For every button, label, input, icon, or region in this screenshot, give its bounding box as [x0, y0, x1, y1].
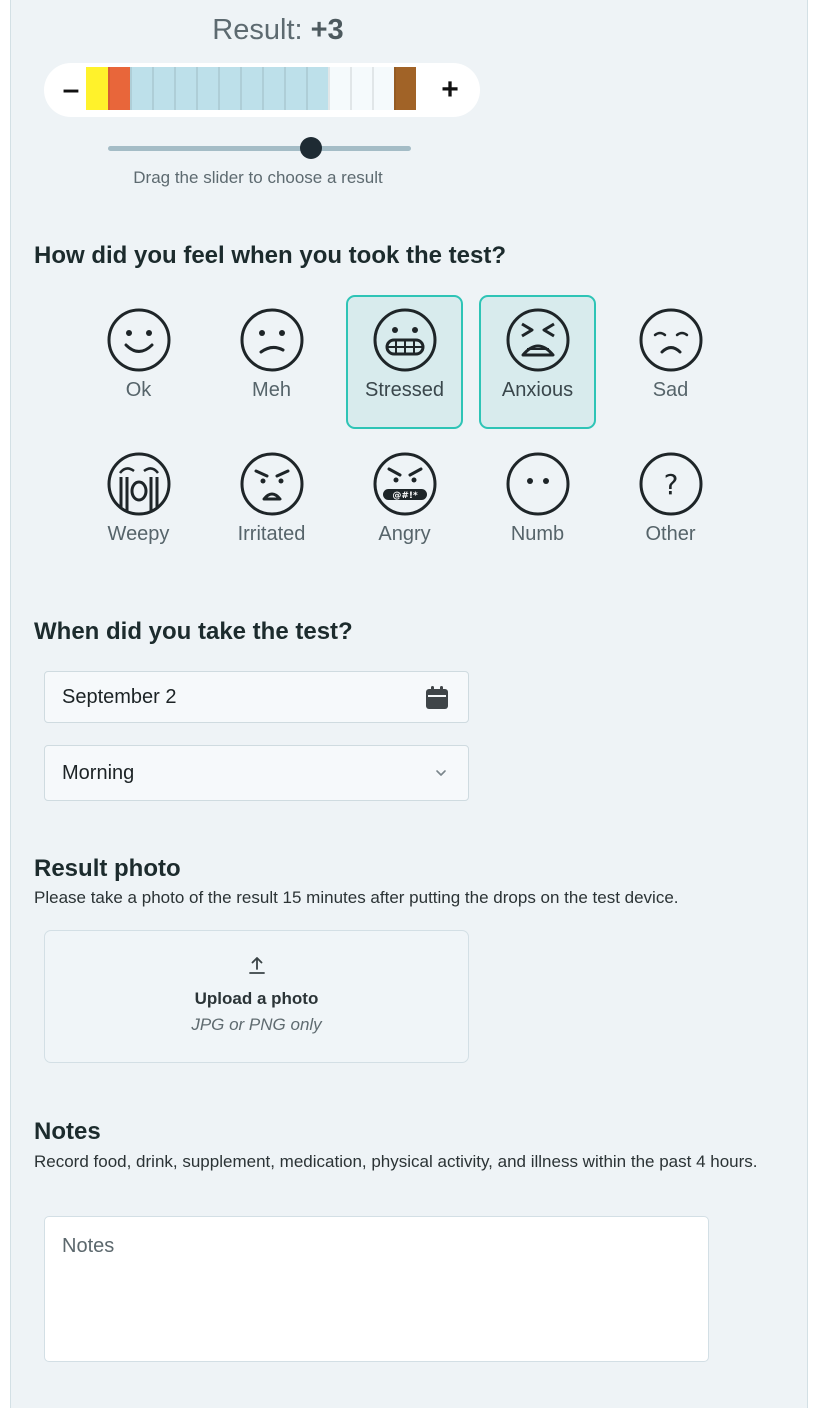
- mood-option-ok[interactable]: Ok: [80, 295, 197, 429]
- result-strip-cell: [174, 67, 196, 110]
- result-color-strip: [86, 67, 416, 110]
- result-strip-cell: [130, 67, 152, 110]
- result-heading: Result: +3: [11, 14, 545, 47]
- blank-face-icon: [506, 452, 569, 516]
- mood-label: Numb: [510, 523, 565, 545]
- feeling-question: How did you feel when you took the test?: [34, 242, 507, 269]
- upload-label: Upload a photo: [194, 989, 319, 1008]
- sad-face-icon: [639, 308, 702, 372]
- smile-icon: [107, 308, 170, 372]
- result-strip-cell: [218, 67, 240, 110]
- result-strip-cell: [394, 67, 416, 110]
- slider-hint: Drag the slider to choose a result: [133, 168, 383, 187]
- result-value: +3: [310, 14, 344, 46]
- date-field[interactable]: September 2: [44, 671, 469, 723]
- angry-face-icon: @#!*: [373, 452, 436, 516]
- mood-label: Sad: [652, 379, 689, 401]
- when-question: When did you take the test?: [34, 618, 353, 645]
- mood-option-angry[interactable]: @#!* Angry: [346, 439, 463, 573]
- question-glyph: ?: [663, 468, 678, 501]
- result-strip-cell: [152, 67, 174, 110]
- result-strip-cell: [372, 67, 394, 110]
- notes-textarea[interactable]: [44, 1216, 709, 1362]
- mood-label: Other: [645, 523, 696, 545]
- notes-title: Notes: [34, 1118, 101, 1145]
- result-strip-cell: [262, 67, 284, 110]
- mood-label: Weepy: [107, 523, 170, 545]
- increase-result-button[interactable]: +: [435, 71, 465, 109]
- upload-icon: [248, 957, 265, 974]
- slider-thumb[interactable]: [300, 137, 322, 159]
- time-of-day-value: Morning: [62, 762, 135, 784]
- result-strip-cell: [108, 67, 130, 110]
- result-strip-cell: [240, 67, 262, 110]
- mood-grid: Ok Meh Stressed Anxious Sad Weepy Irrita…: [80, 295, 746, 573]
- mood-option-irritated[interactable]: Irritated: [213, 439, 330, 573]
- mood-label: Ok: [125, 379, 152, 401]
- upload-file-types: JPG or PNG only: [191, 1015, 322, 1034]
- crying-face-icon: [107, 452, 170, 516]
- mood-option-meh[interactable]: Meh: [213, 295, 330, 429]
- mood-option-numb[interactable]: Numb: [479, 439, 596, 573]
- result-strip-cell: [86, 67, 108, 110]
- mood-option-weepy[interactable]: Weepy: [80, 439, 197, 573]
- irritated-face-icon: [240, 452, 303, 516]
- mood-label: Irritated: [237, 523, 306, 545]
- result-strip-cell: [196, 67, 218, 110]
- result-photo-title: Result photo: [34, 855, 181, 882]
- result-strip-cell: [284, 67, 306, 110]
- chevron-down-icon: [436, 770, 446, 776]
- question-mark-icon: ?: [639, 452, 702, 516]
- result-strip-cell: [350, 67, 372, 110]
- grimace-face-icon: [373, 308, 436, 372]
- mood-option-stressed[interactable]: Stressed: [346, 295, 463, 429]
- calendar-icon[interactable]: [424, 685, 450, 711]
- mood-option-sad[interactable]: Sad: [612, 295, 729, 429]
- mood-label: Meh: [252, 379, 291, 401]
- result-strip-cell: [328, 67, 350, 110]
- mood-label: Anxious: [501, 379, 574, 401]
- form-panel: Result: +3 – + Drag the slider to choose…: [10, 0, 808, 1408]
- result-label: Result:: [212, 14, 303, 46]
- result-strip-cell: [306, 67, 328, 110]
- anxious-face-icon: [506, 308, 569, 372]
- result-slider[interactable]: [108, 135, 411, 161]
- date-value: September 2: [62, 686, 177, 708]
- slider-track: [108, 146, 411, 151]
- mood-option-other[interactable]: ? Other: [612, 439, 729, 573]
- mood-option-anxious[interactable]: Anxious: [479, 295, 596, 429]
- angry-mouth-symbols: @#!*: [392, 491, 418, 501]
- mood-label: Angry: [378, 523, 431, 545]
- time-of-day-select[interactable]: Morning: [44, 745, 469, 801]
- decrease-result-button[interactable]: –: [56, 71, 86, 109]
- upload-photo-dropzone[interactable]: Upload a photo JPG or PNG only: [44, 930, 469, 1063]
- notes-description: Record food, drink, supplement, medicati…: [34, 1152, 758, 1171]
- mood-label: Stressed: [365, 379, 444, 401]
- result-photo-description: Please take a photo of the result 15 min…: [34, 888, 679, 907]
- meh-face-icon: [240, 308, 303, 372]
- result-color-strip-container: – +: [44, 63, 480, 117]
